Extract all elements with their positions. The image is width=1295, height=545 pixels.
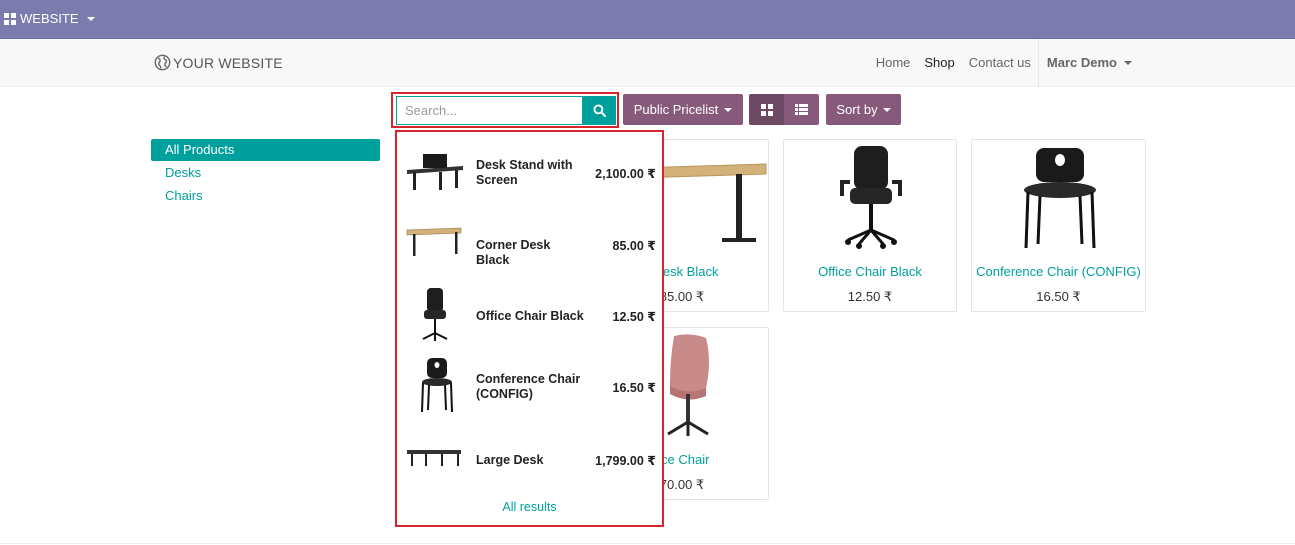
result-price: 12.50 ₹ xyxy=(612,310,656,324)
grid-view-button[interactable] xyxy=(749,94,784,125)
result-price: 2,100.00 ₹ xyxy=(595,167,656,181)
product-card[interactable]: Office Chair Black 12.50 ₹ xyxy=(783,139,957,312)
search-result-item[interactable]: Desk Stand with Screen 2,100.00 ₹ xyxy=(397,142,662,202)
sort-label: Sort by xyxy=(836,102,878,117)
nav-home[interactable]: Home xyxy=(869,39,918,87)
nav-shop[interactable]: Shop xyxy=(917,39,961,87)
result-price: 16.50 ₹ xyxy=(612,381,656,395)
result-name: Large Desk xyxy=(476,453,544,467)
search-box-highlight xyxy=(391,92,619,128)
caret-down-icon xyxy=(882,107,891,112)
product-image xyxy=(840,146,902,249)
search-result-item[interactable]: Conference Chair (CONFIG) 16.50 ₹ xyxy=(397,356,662,416)
product-thumbnail xyxy=(422,288,448,341)
search-results-dropdown: Desk Stand with Screen 2,100.00 ₹ Corner… xyxy=(395,130,664,527)
search-input[interactable] xyxy=(396,96,583,125)
result-name: Conference Chair (CONFIG) xyxy=(476,372,581,401)
product-card[interactable]: Conference Chair (CONFIG) 16.50 ₹ xyxy=(971,139,1146,312)
site-header: YOUR WEBSITE Home Shop Contact us Marc D… xyxy=(0,39,1295,87)
user-name: Marc Demo xyxy=(1046,55,1117,70)
logo-text: YOUR WEBSITE xyxy=(173,54,283,71)
globe-icon xyxy=(154,54,171,71)
product-thumbnail xyxy=(421,358,453,413)
website-menu[interactable]: WEBSITE xyxy=(4,11,95,26)
result-name: Desk Stand with Screen xyxy=(476,158,573,187)
category-desks[interactable]: Desks xyxy=(151,162,380,184)
result-name: Corner Desk Black xyxy=(476,238,551,267)
product-thumbnail xyxy=(406,227,462,256)
nav-contact[interactable]: Contact us xyxy=(962,39,1038,87)
search-result-item[interactable]: Corner Desk Black 85.00 ₹ xyxy=(397,212,662,272)
result-name: Office Chair Black xyxy=(476,309,584,323)
caret-down-icon xyxy=(1124,61,1132,65)
apps-grid-icon xyxy=(4,12,16,25)
pricelist-label: Public Pricelist xyxy=(633,102,719,117)
result-price: 85.00 ₹ xyxy=(612,239,656,253)
list-view-button[interactable] xyxy=(784,94,819,125)
caret-down-icon xyxy=(86,16,95,21)
product-price: 16.50 ₹ xyxy=(1036,289,1081,304)
category-all-products[interactable]: All Products xyxy=(151,139,380,161)
footer-divider xyxy=(0,543,1295,544)
all-results-link[interactable]: All results xyxy=(397,500,662,514)
search-icon xyxy=(593,104,606,117)
product-name[interactable]: Office Chair Black xyxy=(784,264,956,279)
product-image xyxy=(1024,148,1096,249)
main-nav: Home Shop Contact us Marc Demo xyxy=(869,39,1139,87)
sort-dropdown[interactable]: Sort by xyxy=(826,94,901,125)
category-chairs[interactable]: Chairs xyxy=(151,185,380,207)
search-result-item[interactable]: Large Desk 1,799.00 ₹ xyxy=(397,428,662,488)
product-thumbnail xyxy=(407,450,461,466)
result-price: 1,799.00 ₹ xyxy=(595,454,656,468)
site-logo[interactable]: YOUR WEBSITE xyxy=(154,54,283,71)
admin-bar: WEBSITE xyxy=(0,0,1295,39)
website-menu-label: WEBSITE xyxy=(20,11,79,26)
product-thumbnail xyxy=(407,154,463,190)
pricelist-dropdown[interactable]: Public Pricelist xyxy=(623,94,743,125)
caret-down-icon xyxy=(724,107,733,112)
search-button[interactable] xyxy=(583,96,616,125)
list-view-icon xyxy=(795,104,808,115)
product-name[interactable]: Conference Chair (CONFIG) xyxy=(972,264,1145,279)
search-result-item[interactable]: Office Chair Black 12.50 ₹ xyxy=(397,284,662,344)
category-sidebar: All Products Desks Chairs xyxy=(151,139,380,208)
user-menu[interactable]: Marc Demo xyxy=(1037,39,1139,87)
grid-view-icon xyxy=(760,103,773,116)
product-price: 12.50 ₹ xyxy=(847,289,893,304)
